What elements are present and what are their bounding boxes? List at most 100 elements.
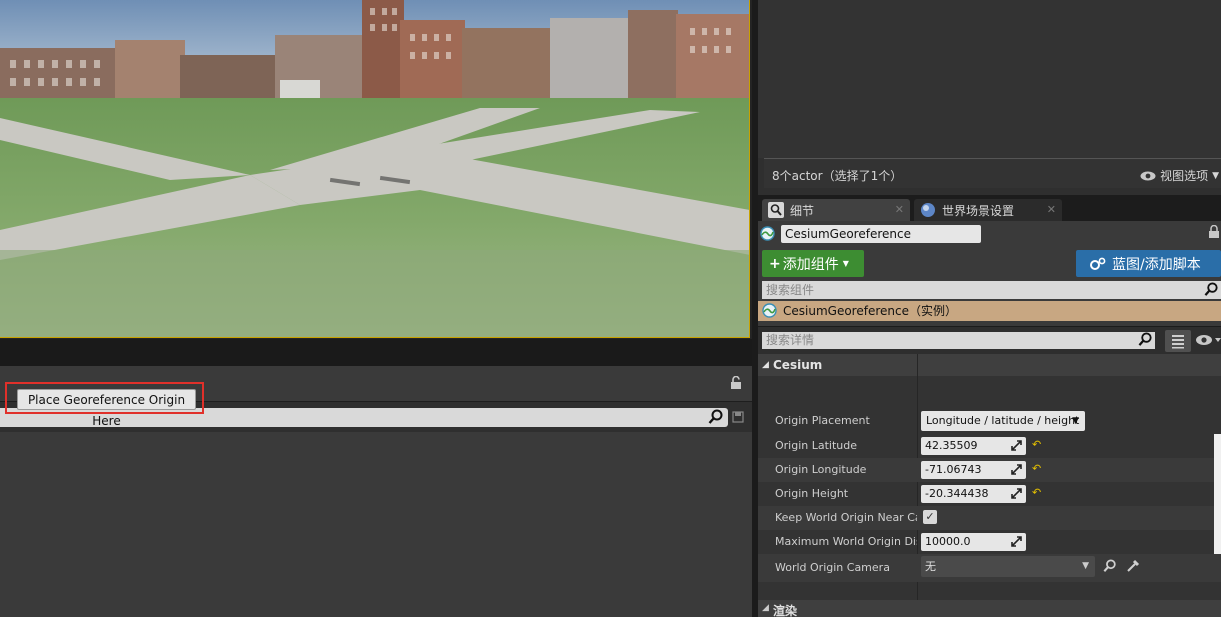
details-magnifier-icon — [768, 202, 784, 218]
collapse-arrow-icon: ◢ — [762, 603, 769, 613]
details-panel: 细节 ✕ 世界场景设置 ✕ CesiumGeoreference + 添加组件 … — [758, 195, 1221, 617]
max-origin-distance-field[interactable]: 10000.0 — [921, 533, 1026, 551]
eyedropper-icon[interactable] — [1126, 559, 1140, 576]
origin-longitude-value: -71.06743 — [925, 463, 982, 476]
component-item-label: CesiumGeoreference（实例） — [783, 304, 957, 318]
eye-icon — [1140, 171, 1156, 180]
actor-name-input[interactable]: CesiumGeoreference — [781, 225, 981, 243]
origin-longitude-field[interactable]: -71.06743 — [921, 461, 1026, 479]
origin-placement-value: Longitude / latitude / height — [926, 414, 1080, 427]
details-search-row: 搜索详情 — [758, 326, 1221, 354]
close-icon[interactable]: ✕ — [1047, 203, 1056, 216]
prop-row-origin-latitude: Origin Latitude 42.35509 ↶ — [758, 434, 1221, 458]
actor-name-row: CesiumGeoreference — [758, 221, 1221, 247]
component-search-input[interactable]: 搜索组件 — [762, 281, 1221, 299]
category-cesium-header[interactable]: ◢ Cesium — [758, 354, 1221, 376]
prop-row-origin-height: Origin Height -20.344438 ↶ — [758, 482, 1221, 506]
origin-latitude-value: 42.35509 — [925, 439, 978, 452]
collapse-arrow-icon: ◢ — [762, 360, 769, 370]
details-search-placeholder: 搜索详情 — [766, 333, 815, 347]
drag-handle-icon — [1011, 440, 1022, 451]
details-tab-row: 细节 ✕ 世界场景设置 ✕ — [758, 195, 1221, 221]
prop-label: Keep World Origin Near Cam — [775, 511, 917, 524]
blueprint-label: 蓝图/添加脚本 — [1112, 256, 1201, 273]
chevron-down-icon: ▼ — [842, 259, 849, 268]
search-icon[interactable] — [1204, 282, 1219, 302]
origin-height-field[interactable]: -20.344438 — [921, 485, 1026, 503]
search-icon[interactable] — [1138, 332, 1153, 352]
level-viewport[interactable] — [0, 0, 750, 338]
chevron-down-icon: ▼ — [1082, 561, 1089, 571]
actor-count-label: 8个actor（选择了1个） — [772, 169, 903, 183]
chevron-down-icon: ▼ — [1212, 170, 1219, 181]
prop-label: Origin Placement — [775, 414, 870, 427]
tab-details-label: 细节 — [790, 203, 815, 218]
grid-icon — [1172, 335, 1184, 349]
blueprint-add-script-button[interactable]: 蓝图/添加脚本 — [1076, 250, 1221, 277]
eye-filter-button[interactable] — [1195, 333, 1221, 350]
outliner-list[interactable] — [758, 0, 1221, 158]
georeference-icon — [762, 303, 777, 318]
lower-tab-strip — [0, 339, 752, 366]
plus-icon: + — [769, 255, 781, 272]
gears-icon — [1090, 257, 1106, 270]
add-component-button[interactable]: + 添加组件 ▼ — [762, 250, 864, 277]
keep-origin-near-camera-checkbox[interactable]: ✓ — [923, 510, 937, 524]
prop-label: World Origin Camera — [775, 561, 890, 574]
drag-handle-icon — [1011, 488, 1022, 499]
outliner-footer: 8个actor（选择了1个） 视图选项 ▼ — [764, 158, 1221, 188]
component-list-item[interactable]: CesiumGeoreference（实例） — [758, 301, 1221, 321]
property-matrix-button[interactable] — [1165, 330, 1191, 352]
category-render-header[interactable]: ◢ 渲染 — [758, 600, 1221, 617]
lower-dock-area — [0, 339, 752, 617]
prop-row-origin-placement: Origin Placement Longitude / latitude / … — [758, 409, 1221, 433]
reset-to-default-icon[interactable]: ↶ — [1032, 462, 1041, 475]
prop-row-max-origin-distance: Maximum World Origin Dista 10000.0 — [758, 530, 1221, 554]
origin-height-value: -20.344438 — [925, 487, 989, 500]
prop-row-world-origin-camera: World Origin Camera 无 ▼ — [758, 554, 1221, 582]
world-origin-camera-value: 无 — [925, 560, 936, 573]
view-options-label: 视图选项 — [1160, 169, 1209, 183]
category-cesium-label: Cesium — [773, 358, 823, 372]
details-search-input[interactable]: 搜索详情 — [762, 332, 1155, 349]
drag-handle-icon — [1011, 464, 1022, 475]
origin-latitude-field[interactable]: 42.35509 — [921, 437, 1026, 455]
save-icon[interactable] — [732, 411, 744, 426]
place-georeference-origin-button[interactable]: Place Georeference Origin Here — [17, 389, 196, 428]
reset-to-default-icon[interactable]: ↶ — [1032, 486, 1041, 499]
prop-row-origin-longitude: Origin Longitude -71.06743 ↶ — [758, 458, 1221, 482]
prop-label: Origin Latitude — [775, 439, 858, 452]
check-icon: ✓ — [925, 510, 935, 523]
tab-details[interactable]: 细节 ✕ — [762, 199, 910, 221]
reset-to-default-icon[interactable]: ↶ — [1032, 438, 1041, 451]
world-outliner: 8个actor（选择了1个） 视图选项 ▼ — [758, 0, 1221, 195]
viewport-scene — [0, 0, 749, 337]
lower-panel-body — [0, 432, 752, 617]
tab-world-settings[interactable]: 世界场景设置 ✕ — [914, 199, 1062, 221]
world-origin-camera-dropdown[interactable]: 无 ▼ — [921, 556, 1095, 577]
view-options-button[interactable]: 视图选项 ▼ — [1140, 167, 1219, 184]
drag-handle-icon — [1011, 536, 1022, 547]
close-icon[interactable]: ✕ — [895, 203, 904, 216]
popup-edge — [1214, 434, 1221, 554]
prop-label: Origin Longitude — [775, 463, 867, 476]
eye-icon — [1196, 335, 1221, 345]
unlock-icon[interactable] — [730, 375, 742, 393]
lock-icon[interactable] — [1209, 224, 1219, 242]
prop-label: Maximum World Origin Dista — [775, 535, 917, 548]
max-origin-distance-value: 10000.0 — [925, 535, 971, 548]
component-search-placeholder: 搜索组件 — [766, 283, 815, 297]
property-grid: ◢ Cesium Origin Placement Longitude / la… — [758, 354, 1221, 617]
category-render-label: 渲染 — [773, 604, 798, 617]
georeference-icon — [760, 226, 775, 241]
prop-row-keep-origin-near-camera: Keep World Origin Near Cam ✓ — [758, 506, 1221, 530]
prop-label: Origin Height — [775, 487, 849, 500]
search-icon[interactable] — [708, 409, 724, 428]
details-body: CesiumGeoreference + 添加组件 ▼ 蓝图/添加脚本 搜索组件… — [758, 221, 1221, 617]
chevron-down-icon: ▼ — [1072, 416, 1079, 426]
tab-world-settings-label: 世界场景设置 — [942, 203, 1015, 218]
globe-icon — [921, 203, 935, 217]
browse-search-icon[interactable] — [1103, 559, 1117, 576]
add-component-label: 添加组件 — [782, 256, 839, 273]
origin-placement-dropdown[interactable]: Longitude / latitude / height ▼ — [921, 411, 1085, 431]
